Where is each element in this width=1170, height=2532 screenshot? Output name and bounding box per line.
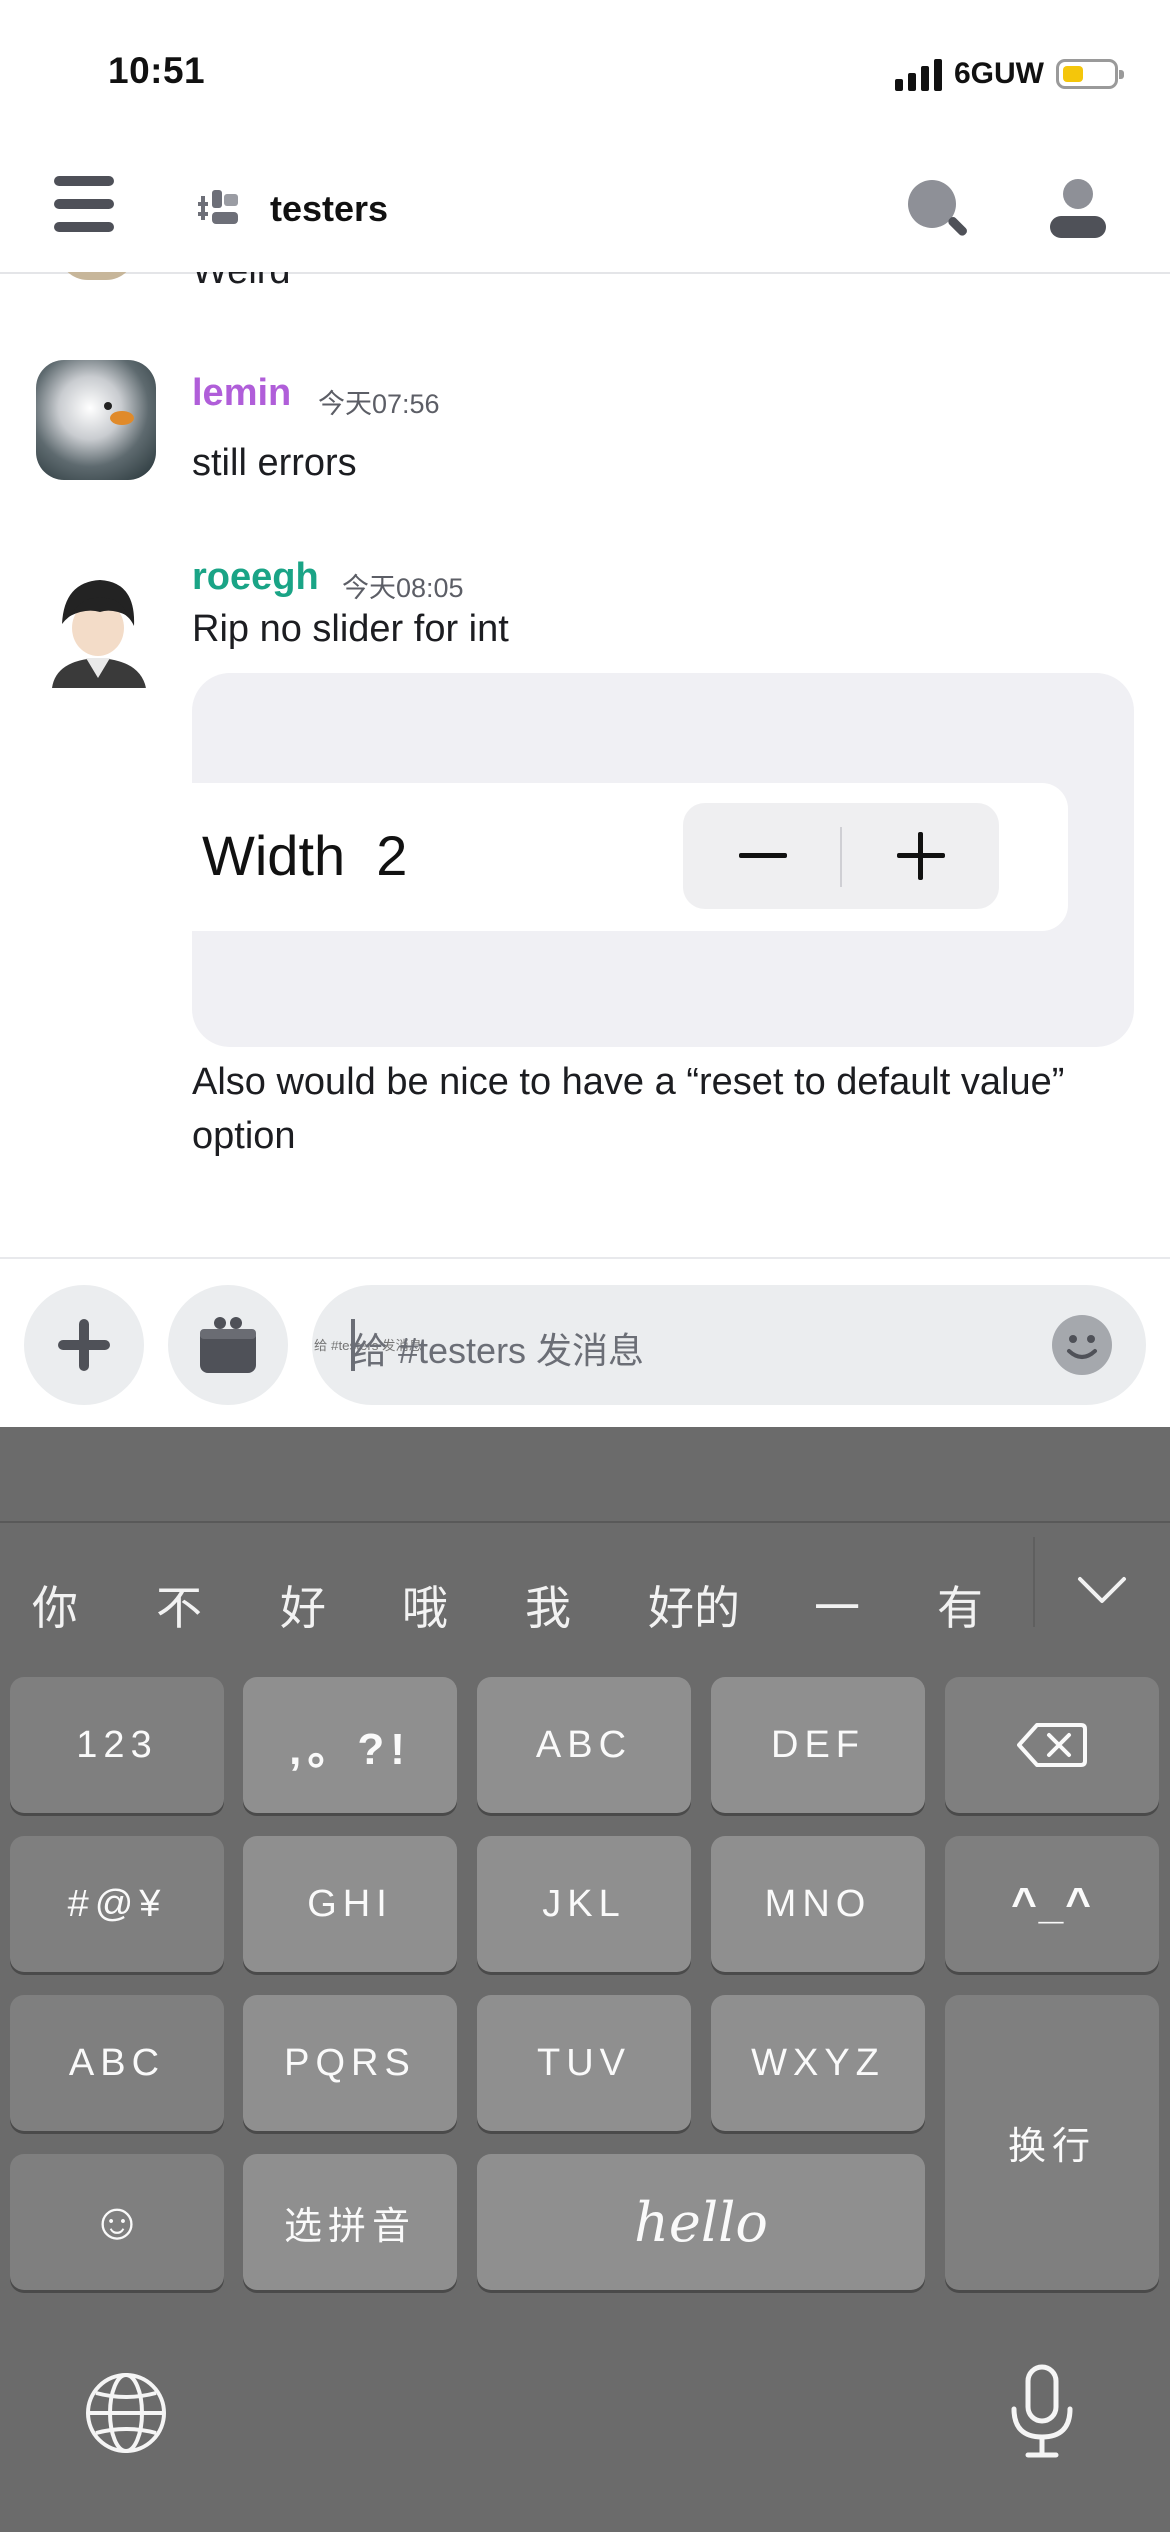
gift-button[interactable] [168,1285,288,1405]
key-select-pinyin[interactable]: 选拼音 [243,2154,457,2290]
candidate-item[interactable]: 好 [280,1572,326,1638]
channel-header: testers [0,150,1170,274]
microphone-icon[interactable] [1004,2361,1080,2461]
author-name[interactable]: lemin [192,372,291,415]
network-label: 6GUW [954,57,1044,90]
quantity-stepper[interactable] [683,803,999,909]
key-abc-switch[interactable]: ABC [10,1995,224,2131]
emoji-icon[interactable] [1052,1315,1112,1375]
keyboard-divider [0,1521,1170,1523]
key-tuv[interactable]: TUV [477,1995,691,2131]
add-attachment-button[interactable] [24,1285,144,1405]
key-abc[interactable]: ABC [477,1677,691,1813]
setting-label: Width 2 [202,823,407,888]
message-text: Weird [192,272,291,293]
keyboard: 你 不 好 哦 我 好的 一 有 123 ,。?! ABC DEF #@¥ GH… [0,1427,1170,2532]
message-list[interactable]: Weird lemin 今天07:56 still errors roeegh … [0,272,1170,1257]
person-icon[interactable] [1046,174,1110,244]
stepper-divider [840,827,842,887]
width-setting-row: Width 2 [192,783,1068,931]
candidate-item[interactable]: 好的 [648,1572,740,1638]
message-timestamp: 今天07:56 [318,389,440,419]
key-jkl[interactable]: JKL [477,1836,691,1972]
channel-title: testers [270,188,389,229]
candidate-item[interactable]: 我 [525,1572,571,1638]
candidate-separator [1033,1537,1035,1627]
message-text: option [192,1115,296,1157]
status-time: 10:51 [108,50,206,91]
key-wxyz[interactable]: WXYZ [711,1995,925,2131]
setting-name: Width [202,824,346,887]
key-ghi[interactable]: GHI [243,1836,457,1972]
key-symbols[interactable]: #@¥ [10,1836,224,1972]
key-mno[interactable]: MNO [711,1836,925,1972]
search-icon[interactable] [902,174,972,244]
message-text: still errors [192,442,357,484]
message-text: Also would be nice to have a “reset to d… [192,1061,1065,1103]
candidate-item[interactable]: 有 [937,1572,983,1638]
message-placeholder: 给 #testers 发消息 [352,1330,645,1371]
avatar-roeegh[interactable] [42,568,154,688]
return-key[interactable]: 换行 [945,1995,1159,2290]
duck-icon [104,402,134,425]
key-def[interactable]: DEF [711,1677,925,1813]
author-name[interactable]: roeegh [192,556,319,599]
anime-avatar-icon [52,580,146,688]
avatar[interactable] [58,272,136,280]
chevron-down-icon[interactable] [1076,1575,1128,1607]
key-123[interactable]: 123 [10,1677,224,1813]
avatar-lemin[interactable] [36,360,156,480]
battery-icon [1056,59,1124,89]
message-composer: 给 #testers 发消息 [0,1257,1170,1429]
hamburger-icon[interactable] [54,176,114,232]
signal-icon [895,57,942,91]
backspace-icon [1017,1723,1087,1767]
backspace-key[interactable] [945,1677,1159,1813]
gift-icon [200,1317,256,1373]
globe-icon[interactable] [84,2371,168,2455]
candidate-item[interactable]: 不 [156,1572,202,1638]
channel-threads-icon [198,190,238,224]
plus-icon-vertical[interactable] [918,832,923,880]
key-punctuation[interactable]: ,。?! [243,1677,457,1813]
candidate-item[interactable]: 哦 [402,1572,448,1638]
space-key[interactable]: hello [477,2154,925,2290]
message-timestamp: 今天08:05 [342,573,464,603]
candidate-item[interactable]: 你 [32,1572,78,1638]
image-attachment[interactable]: Width 2 [192,673,1134,1047]
candidate-item[interactable]: 一 [814,1572,860,1638]
status-indicators: 6GUW [895,52,1124,96]
plus-icon [58,1319,110,1371]
emoji-key[interactable]: ☺ [10,2154,224,2290]
setting-value: 2 [376,824,408,887]
key-kaomoji[interactable]: ^_^ [945,1836,1159,1972]
minus-icon[interactable] [739,853,787,858]
key-pqrs[interactable]: PQRS [243,1995,457,2131]
message-text: Rip no slider for int [192,608,509,650]
